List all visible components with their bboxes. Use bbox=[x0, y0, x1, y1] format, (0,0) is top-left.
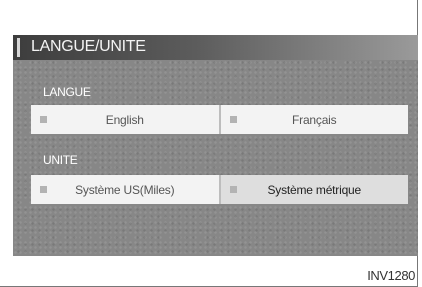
settings-screen: LANGUE/UNITE LANGUE English Français UNI… bbox=[13, 35, 418, 256]
option-systeme-us-button[interactable]: Système US(Miles) bbox=[31, 175, 219, 204]
option-systeme-us-label: Système US(Miles) bbox=[75, 182, 175, 197]
radio-indicator-icon bbox=[229, 116, 237, 123]
unite-section-label: UNITE bbox=[43, 153, 78, 167]
option-systeme-metrique-label: Système métrique bbox=[267, 182, 361, 197]
langue-section-label: LANGUE bbox=[43, 85, 91, 99]
title-accent-bar bbox=[17, 38, 20, 57]
option-systeme-metrique-button[interactable]: Système métrique bbox=[218, 175, 408, 204]
radio-indicator-icon bbox=[40, 116, 47, 123]
title-bar: LANGUE/UNITE bbox=[13, 35, 418, 60]
option-english-button[interactable]: English bbox=[31, 105, 219, 134]
screen-title: LANGUE/UNITE bbox=[31, 38, 146, 55]
radio-indicator-icon bbox=[40, 186, 47, 193]
radio-indicator-icon bbox=[229, 186, 237, 193]
option-francais-label: Français bbox=[292, 112, 337, 127]
unite-options: Système US(Miles) Système métrique bbox=[31, 175, 408, 204]
langue-options: English Français bbox=[31, 105, 408, 134]
option-francais-button[interactable]: Français bbox=[218, 105, 408, 134]
option-english-label: English bbox=[105, 112, 144, 127]
figure-code: INV1280 bbox=[367, 268, 415, 283]
